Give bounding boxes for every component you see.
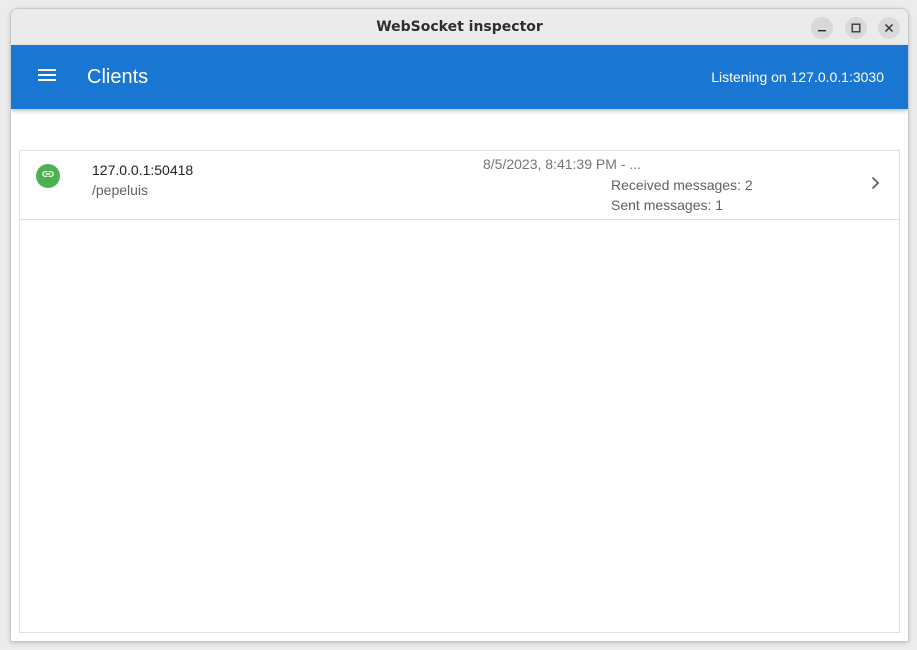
- clients-list: 127.0.0.1:50418 /pepeluis 8/5/2023, 8:41…: [19, 150, 900, 633]
- app-bar: Clients Listening on 127.0.0.1:3030: [11, 45, 908, 109]
- connection-status-badge: [36, 164, 60, 188]
- client-connection-time: 8/5/2023, 8:41:39 PM - ...: [483, 156, 641, 172]
- maximize-button[interactable]: [845, 17, 867, 39]
- window-title: WebSocket inspector: [376, 19, 543, 35]
- listening-status: Listening on 127.0.0.1:3030: [711, 69, 884, 85]
- menu-button[interactable]: [33, 65, 61, 89]
- menu-icon: [37, 67, 57, 88]
- sent-messages-count: Sent messages: 1: [611, 197, 724, 213]
- page-title: Clients: [87, 66, 149, 88]
- minimize-button[interactable]: [811, 17, 833, 39]
- open-client-button[interactable]: [866, 173, 884, 197]
- close-icon: [884, 23, 894, 33]
- client-address: 127.0.0.1:50418: [92, 162, 194, 178]
- chevron-right-icon: [870, 176, 880, 195]
- minimize-icon: [817, 23, 827, 33]
- received-messages-count: Received messages: 2: [611, 177, 753, 193]
- maximize-icon: [851, 23, 861, 33]
- app-window: WebSocket inspector Clients Listening on…: [10, 8, 909, 642]
- link-icon: [41, 167, 55, 186]
- close-button[interactable]: [878, 17, 900, 39]
- client-list-item[interactable]: 127.0.0.1:50418 /pepeluis 8/5/2023, 8:41…: [20, 151, 899, 220]
- window-titlebar[interactable]: WebSocket inspector: [11, 9, 908, 46]
- client-path: /pepeluis: [92, 182, 149, 198]
